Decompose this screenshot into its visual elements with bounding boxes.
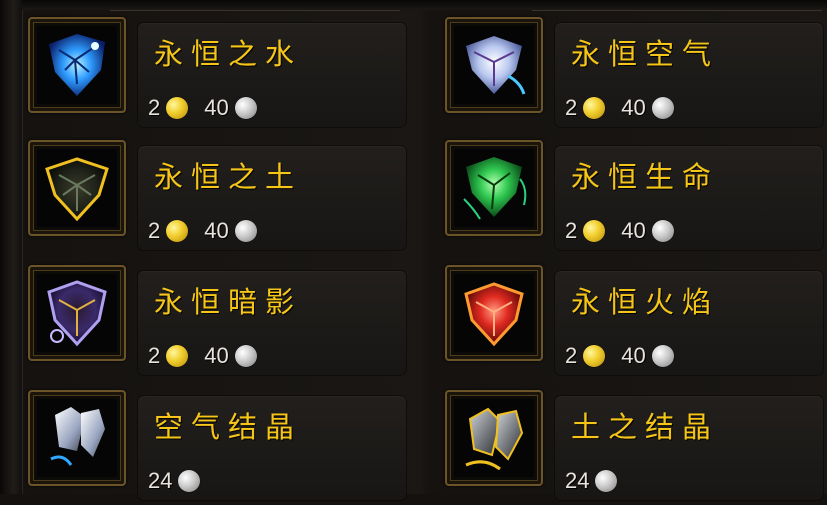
vendor-item-eternal-water[interactable]: 永恒之水 2 40 xyxy=(28,17,408,132)
item-info-panel: 空气结晶 24 xyxy=(138,396,406,500)
item-icon-frame[interactable] xyxy=(445,390,543,486)
silver-coin-icon xyxy=(651,220,674,242)
item-icon-frame[interactable] xyxy=(28,140,126,236)
eternal-earth-icon xyxy=(37,149,117,227)
crystallized-air-icon xyxy=(37,399,117,477)
gold-amount: 2 xyxy=(565,95,578,120)
item-icon-frame[interactable] xyxy=(445,140,543,236)
gold-coin-icon xyxy=(166,220,189,242)
silver-amount: 24 xyxy=(565,468,590,493)
crystallized-earth-icon xyxy=(454,399,534,477)
item-icon-frame[interactable] xyxy=(28,265,126,361)
item-price: 2 40 xyxy=(148,95,257,121)
gold-coin-icon xyxy=(583,220,606,242)
item-name: 永恒暗影 xyxy=(154,285,303,319)
gold-amount: 2 xyxy=(148,343,161,368)
silver-coin-icon xyxy=(234,220,257,242)
previous-row-edge xyxy=(22,0,827,11)
item-name: 永恒空气 xyxy=(571,37,720,71)
item-icon-frame[interactable] xyxy=(445,17,543,113)
item-info-panel: 永恒空气 2 40 xyxy=(555,23,823,127)
item-price: 2 40 xyxy=(148,343,257,369)
item-name: 空气结晶 xyxy=(154,410,303,444)
item-info-panel: 土之结晶 24 xyxy=(555,396,823,500)
eternal-life-icon xyxy=(454,149,534,227)
item-name: 永恒火焰 xyxy=(571,285,720,319)
eternal-shadow-icon xyxy=(37,274,117,352)
item-info-panel: 永恒之土 2 40 xyxy=(138,146,406,250)
item-price: 2 40 xyxy=(565,218,674,244)
item-icon-frame[interactable] xyxy=(28,17,126,113)
item-info-panel: 永恒生命 2 40 xyxy=(555,146,823,250)
gold-coin-icon xyxy=(583,97,606,119)
silver-amount: 40 xyxy=(621,95,646,120)
silver-coin-icon xyxy=(234,345,257,367)
gold-amount: 2 xyxy=(148,218,161,243)
silver-coin-icon xyxy=(234,97,257,119)
item-name: 永恒之水 xyxy=(154,37,303,71)
item-price: 24 xyxy=(565,468,618,494)
item-name: 土之结晶 xyxy=(571,410,720,444)
item-price: 2 40 xyxy=(565,343,674,369)
item-name: 永恒生命 xyxy=(571,160,720,194)
item-icon-frame[interactable] xyxy=(28,390,126,486)
vendor-item-eternal-shadow[interactable]: 永恒暗影 2 40 xyxy=(28,265,408,380)
eternal-fire-icon xyxy=(454,274,534,352)
silver-amount: 40 xyxy=(621,343,646,368)
silver-amount: 40 xyxy=(621,218,646,243)
gold-amount: 2 xyxy=(565,343,578,368)
item-name: 永恒之土 xyxy=(154,160,303,194)
gold-coin-icon xyxy=(166,345,189,367)
vendor-item-eternal-earth[interactable]: 永恒之土 2 40 xyxy=(28,140,408,255)
window-left-border xyxy=(0,0,23,494)
vendor-item-eternal-air[interactable]: 永恒空气 2 40 xyxy=(445,17,825,132)
item-info-panel: 永恒之水 2 40 xyxy=(138,23,406,127)
item-price: 2 40 xyxy=(565,95,674,121)
item-info-panel: 永恒火焰 2 40 xyxy=(555,271,823,375)
silver-coin-icon xyxy=(651,345,674,367)
item-icon-frame[interactable] xyxy=(445,265,543,361)
silver-coin-icon xyxy=(178,470,201,492)
silver-amount: 40 xyxy=(204,218,229,243)
silver-amount: 40 xyxy=(204,343,229,368)
silver-coin-icon xyxy=(651,97,674,119)
silver-amount: 40 xyxy=(204,95,229,120)
vendor-item-eternal-fire[interactable]: 永恒火焰 2 40 xyxy=(445,265,825,380)
item-price: 24 xyxy=(148,468,201,494)
eternal-air-icon xyxy=(454,26,534,104)
silver-coin-icon xyxy=(595,470,618,492)
gold-amount: 2 xyxy=(148,95,161,120)
vendor-item-crystallized-earth[interactable]: 土之结晶 24 xyxy=(445,390,825,505)
gold-amount: 2 xyxy=(565,218,578,243)
item-info-panel: 永恒暗影 2 40 xyxy=(138,271,406,375)
silver-amount: 24 xyxy=(148,468,173,493)
eternal-water-icon xyxy=(37,26,117,104)
vendor-item-crystallized-air[interactable]: 空气结晶 24 xyxy=(28,390,408,505)
item-price: 2 40 xyxy=(148,218,257,244)
vendor-item-eternal-life[interactable]: 永恒生命 2 40 xyxy=(445,140,825,255)
gold-coin-icon xyxy=(166,97,189,119)
gold-coin-icon xyxy=(583,345,606,367)
